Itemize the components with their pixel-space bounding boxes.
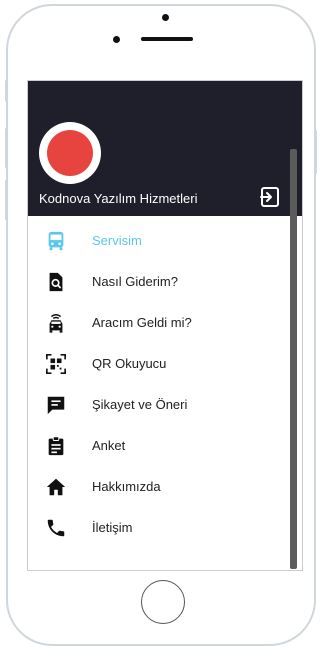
- avatar-logo: [47, 130, 93, 176]
- menu-label: İletişim: [92, 520, 133, 535]
- menu-label: Hakkımızda: [92, 479, 161, 494]
- logout-icon[interactable]: [258, 185, 282, 209]
- menu-item-nasil-giderim[interactable]: Nasıl Giderim?: [28, 262, 288, 302]
- home-icon: [45, 476, 67, 498]
- menu-item-sikayet-ve-oneri[interactable]: Şikayet ve Öneri: [28, 385, 288, 425]
- menu-label: Servisim: [92, 233, 142, 248]
- volume-down-button: [5, 180, 8, 220]
- user-name: Kodnova Yazılım Hizmetleri: [39, 191, 198, 206]
- avatar[interactable]: [39, 122, 101, 184]
- menu-label: Şikayet ve Öneri: [92, 397, 188, 412]
- menu-label: Aracım Geldi mi?: [92, 315, 192, 330]
- front-camera: [162, 14, 169, 21]
- volume-up-button: [5, 128, 8, 168]
- menu-item-servisim[interactable]: Servisim: [28, 221, 288, 261]
- mute-switch: [5, 80, 8, 102]
- bus-icon: [45, 230, 67, 252]
- feedback-icon: [45, 394, 67, 416]
- app-screen: Kodnova Yazılım Hizmetleri Servisim Nası…: [27, 80, 303, 571]
- drawer-scrollbar[interactable]: [290, 149, 297, 569]
- clipboard-icon: [45, 435, 67, 457]
- menu-item-anket[interactable]: Anket: [28, 426, 288, 466]
- phone-icon: [45, 517, 67, 539]
- menu-item-iletisim[interactable]: İletişim: [28, 508, 288, 548]
- power-button: [314, 130, 317, 174]
- menu-item-aracim-geldi-mi[interactable]: Aracım Geldi mi?: [28, 303, 288, 343]
- route-search-icon: [45, 271, 67, 293]
- proximity-sensor: [113, 36, 120, 43]
- qr-code-icon: [45, 353, 67, 375]
- drawer-header: Kodnova Yazılım Hizmetleri: [28, 81, 302, 216]
- earpiece-speaker: [141, 37, 193, 41]
- menu-label: Anket: [92, 438, 126, 453]
- menu-label: QR Okuyucu: [92, 356, 167, 371]
- menu-label: Nasıl Giderim?: [92, 274, 178, 289]
- home-button[interactable]: [141, 580, 185, 624]
- menu-item-qr-okuyucu[interactable]: QR Okuyucu: [28, 344, 288, 384]
- vehicle-arrival-icon: [45, 312, 67, 334]
- menu-item-hakkimizda[interactable]: Hakkımızda: [28, 467, 288, 507]
